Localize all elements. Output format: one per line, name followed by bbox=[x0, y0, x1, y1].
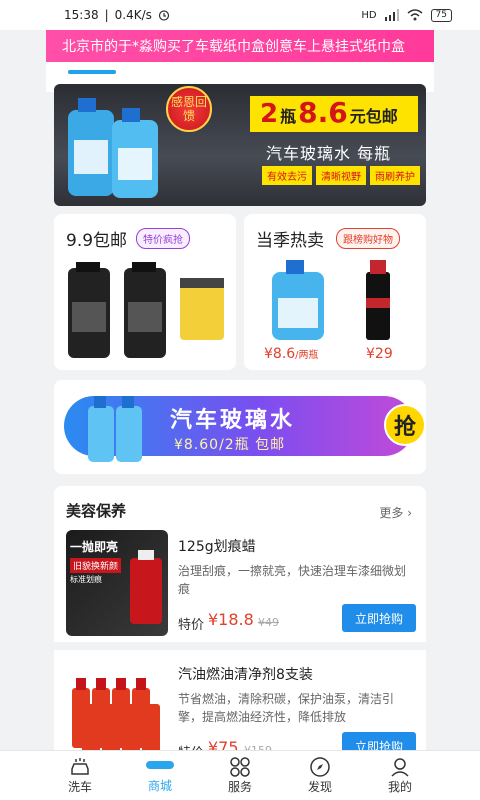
banner-subtitle: ¥8.60/2瓶 包邮 bbox=[174, 437, 286, 453]
mall-icon bbox=[146, 761, 174, 769]
original-price: ¥49 bbox=[258, 616, 279, 629]
product-desc: 节省燃油，清除积碳，保护油泵，清洁引擎，提高燃油经济性，降低排放 bbox=[178, 692, 395, 724]
status-bar: 15:38 | 0.4K/s HD 75 bbox=[0, 0, 480, 30]
price-spray: ¥29 bbox=[366, 346, 393, 362]
status-time: 15:38 bbox=[64, 8, 99, 22]
washer-fluid-bottles-image bbox=[68, 98, 158, 198]
nav-label: 商城 bbox=[147, 779, 172, 793]
alarm-icon bbox=[158, 10, 169, 21]
washer-fluid-banner[interactable]: 汽车玻璃水 ¥8.60/2瓶 包邮 抢 bbox=[54, 380, 426, 474]
product-price: ¥18.8 bbox=[208, 610, 254, 629]
user-icon bbox=[388, 756, 412, 778]
product-desc: 治理刮痕，一擦就亮，快速治理车漆细微划痕 bbox=[178, 564, 407, 596]
nav-car-wash[interactable]: 洗车 bbox=[50, 751, 110, 800]
nav-service[interactable]: 服务 bbox=[210, 751, 270, 800]
banner-bottles-image bbox=[88, 396, 142, 462]
thanks-badge: 感恩回馈 bbox=[166, 86, 212, 132]
product-item[interactable]: 一抛即亮 旧貌换新颜 标准划痕 125g划痕蜡 治理刮痕，一擦就亮，快速治理车漆… bbox=[54, 530, 426, 644]
car-wax-products-image bbox=[68, 262, 224, 358]
price-washer: ¥8.6/两瓶 bbox=[264, 346, 319, 362]
promo-price-box: 2 瓶 8.6 元包邮 bbox=[250, 96, 418, 132]
tab-indicator bbox=[68, 70, 116, 74]
hero-banner[interactable]: 感恩回馈 2 瓶 8.6 元包邮 汽车玻璃水 每瓶1.8L 有效去污 清晰视野 … bbox=[54, 84, 426, 206]
card-free-shipping[interactable]: 9.9包邮 特价疯抢 bbox=[54, 214, 236, 370]
nav-label: 服务 bbox=[227, 780, 252, 794]
hero-feature-chips: 有效去污 清晰视野 雨刷养护 bbox=[262, 166, 420, 185]
card-tag: 特价疯抢 bbox=[136, 228, 190, 249]
hero-chip: 雨刷养护 bbox=[370, 166, 420, 185]
wifi-icon bbox=[407, 9, 423, 21]
nav-discover[interactable]: 发现 bbox=[290, 751, 350, 800]
purchase-marquee: 北京市的于*淼购买了车载纸巾盒创意车上悬挂式纸巾盒 bbox=[46, 30, 434, 62]
card-tag: 跟榜购好物 bbox=[336, 228, 400, 249]
divider bbox=[54, 642, 426, 650]
card-title: 9.9包邮 bbox=[66, 231, 128, 251]
spray-can-image bbox=[366, 260, 390, 340]
banner-title: 汽车玻璃水 bbox=[170, 408, 296, 433]
more-link[interactable]: 更多 › bbox=[379, 504, 412, 521]
hero-chip: 有效去污 bbox=[262, 166, 312, 185]
product-name: 汽油燃油清净剂8支装 bbox=[178, 667, 313, 683]
nav-mall[interactable]: 商城 bbox=[130, 751, 190, 800]
battery-icon: 75 bbox=[430, 8, 452, 22]
network-type: HD bbox=[361, 9, 377, 21]
product-name: 125g划痕蜡 bbox=[178, 539, 256, 555]
grab-button[interactable]: 抢 bbox=[384, 404, 426, 446]
product-card-2: 汽油燃油清净剂8支装 节省燃油，清除积碳，保护油泵，清洁引擎，提高燃油经济性，降… bbox=[54, 650, 426, 764]
buy-now-button[interactable]: 立即抢购 bbox=[342, 604, 416, 632]
product-thumbnail: 一抛即亮 旧貌换新颜 标准划痕 bbox=[66, 530, 168, 636]
nav-label: 洗车 bbox=[67, 780, 92, 794]
bottom-nav: 洗车 商城 服务 发现 我的 bbox=[0, 750, 480, 800]
car-wash-icon bbox=[68, 756, 92, 778]
signal-icon bbox=[384, 9, 399, 21]
product-thumbnail bbox=[66, 658, 168, 764]
washer-fluid-image bbox=[272, 260, 324, 340]
nav-label: 我的 bbox=[387, 780, 412, 794]
chevron-right-icon: › bbox=[407, 506, 412, 520]
price-label: 特价 bbox=[178, 618, 205, 633]
card-season-hot[interactable]: 当季热卖 跟榜购好物 ¥8.6/两瓶 ¥29 bbox=[244, 214, 426, 370]
compass-icon bbox=[308, 756, 332, 778]
card-title: 当季热卖 bbox=[256, 231, 324, 251]
service-icon bbox=[228, 756, 252, 778]
hero-chip: 清晰视野 bbox=[316, 166, 366, 185]
nav-me[interactable]: 我的 bbox=[370, 751, 430, 800]
nav-label: 发现 bbox=[307, 780, 332, 794]
marquee-text: 北京市的于*淼购买了车载纸巾盒创意车上悬挂式纸巾盒 bbox=[62, 39, 405, 55]
status-speed: 0.4K/s bbox=[114, 8, 152, 22]
section-title: 美容保养 bbox=[66, 502, 127, 520]
